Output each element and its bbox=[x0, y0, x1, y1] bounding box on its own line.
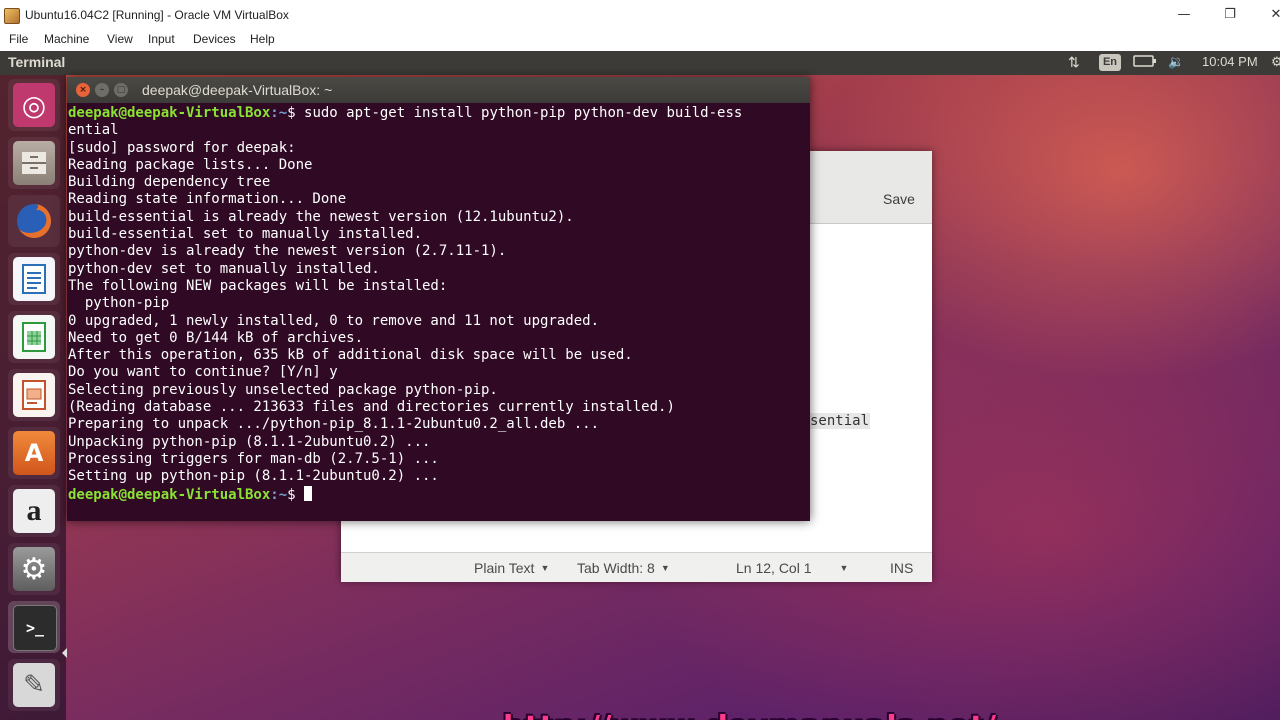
terminal-output-line: Building dependency tree bbox=[68, 174, 271, 191]
launcher-libreoffice-writer[interactable] bbox=[8, 253, 60, 305]
terminal-output-line: python-pip bbox=[68, 295, 170, 312]
terminal-output[interactable]: deepak@deepak-VirtualBox:~$ sudo apt-get… bbox=[68, 105, 808, 519]
volume-icon[interactable]: 🔉 bbox=[1168, 54, 1184, 70]
virtualbox-menubar: File Machine View Input Devices Help bbox=[0, 30, 1280, 51]
launcher-software-center[interactable]: A bbox=[8, 427, 60, 479]
virtualbox-titlebar: Ubuntu16.04C2 [Running] - Oracle VM Virt… bbox=[0, 0, 1280, 30]
menu-view[interactable]: View bbox=[107, 32, 133, 46]
terminal-output-line: (Reading database ... 213633 files and d… bbox=[68, 399, 675, 416]
prompt-user: deepak@deepak-VirtualBox bbox=[68, 486, 271, 503]
terminal-output-line: Processing triggers for man-db (2.7.5-1)… bbox=[68, 450, 439, 467]
terminal-window[interactable]: × – □ deepak@deepak-VirtualBox: ~ deepak… bbox=[67, 77, 810, 521]
terminal-output-line: python-dev set to manually installed. bbox=[68, 260, 380, 277]
menu-devices[interactable]: Devices bbox=[193, 32, 236, 46]
terminal-output-line: build-essential set to manually installe… bbox=[68, 226, 423, 243]
ubuntu-desktop: Terminal ⇅ En 🔉 10:04 PM ⚙ ◎ A a ⚙ >_ ✎ … bbox=[0, 51, 1280, 720]
menu-machine[interactable]: Machine bbox=[44, 32, 89, 46]
prompt-user: deepak@deepak-VirtualBox bbox=[68, 105, 271, 121]
battery-icon[interactable] bbox=[1133, 54, 1157, 71]
file-cabinet-icon bbox=[13, 141, 55, 185]
terminal-output-line: 0 upgraded, 1 newly installed, 0 to remo… bbox=[68, 312, 600, 329]
chevron-down-icon: ▼ bbox=[660, 563, 670, 573]
launcher-terminal[interactable]: >_ bbox=[8, 601, 60, 653]
terminal-icon: >_ bbox=[13, 605, 57, 651]
cursor-position-label: Ln 12, Col 1 bbox=[736, 560, 812, 576]
menu-input[interactable]: Input bbox=[148, 32, 175, 46]
launcher-firefox[interactable] bbox=[8, 195, 60, 247]
gedit-statusbar: Plain Text ▼ Tab Width: 8 ▼ Ln 12, Col 1 ▼ … bbox=[341, 552, 932, 582]
active-app-title: Terminal bbox=[8, 54, 66, 70]
chevron-down-icon: ▼ bbox=[540, 563, 550, 573]
prompt-path: :~ bbox=[270, 105, 288, 121]
language-selector[interactable]: Plain Text ▼ bbox=[474, 560, 549, 576]
text-cursor bbox=[304, 485, 313, 501]
chevron-down-icon: ▼ bbox=[839, 563, 849, 573]
launcher-amazon[interactable]: a bbox=[8, 485, 60, 537]
terminal-output-line: Reading state information... Done bbox=[68, 191, 347, 208]
launcher-libreoffice-calc[interactable] bbox=[8, 311, 60, 363]
terminal-output-line: Need to get 0 B/144 kB of archives. bbox=[68, 329, 364, 346]
maximize-icon[interactable]: □ bbox=[114, 83, 128, 97]
top-panel: Terminal ⇅ En 🔉 10:04 PM ⚙ bbox=[0, 51, 1280, 75]
keyboard-language-indicator[interactable]: En bbox=[1099, 54, 1121, 71]
terminal-output-line: The following NEW packages will be insta… bbox=[68, 277, 448, 294]
terminal-prompt-line: deepak@deepak-VirtualBox:~$ bbox=[68, 485, 808, 503]
tab-width-label: Tab Width: 8 bbox=[577, 560, 655, 576]
terminal-output-line: Reading package lists... Done bbox=[68, 156, 313, 173]
tab-width-selector[interactable]: Tab Width: 8 ▼ bbox=[577, 560, 670, 576]
terminal-output-line: Unpacking python-pip (8.1.1-2ubuntu0.2) … bbox=[68, 433, 431, 450]
active-app-indicator bbox=[62, 648, 67, 658]
writer-icon bbox=[13, 257, 55, 301]
network-arrows-icon[interactable]: ⇅ bbox=[1068, 54, 1080, 71]
terminal-output-line: Preparing to unpack .../python-pip_8.1.1… bbox=[68, 416, 600, 433]
terminal-output-line: Do you want to continue? [Y/n] y bbox=[68, 364, 338, 381]
close-icon[interactable]: × bbox=[76, 83, 90, 97]
terminal-output-line: Selecting previously unselected package … bbox=[68, 381, 498, 398]
language-label: Plain Text bbox=[474, 560, 535, 576]
terminal-output-line: python-dev is already the newest version… bbox=[68, 243, 507, 260]
menu-help[interactable]: Help bbox=[250, 32, 275, 46]
watermark-url: http://www.devmanuals.net/ bbox=[503, 710, 996, 720]
terminal-output-line: Setting up python-pip (8.1.1-2ubuntu0.2)… bbox=[68, 468, 439, 485]
virtualbox-window-title: Ubuntu16.04C2 [Running] - Oracle VM Virt… bbox=[25, 8, 289, 22]
terminal-prompt-line: deepak@deepak-VirtualBox:~$ sudo apt-get… bbox=[68, 105, 808, 122]
virtualbox-app-icon bbox=[4, 8, 20, 24]
terminal-titlebar: × – □ deepak@deepak-VirtualBox: ~ bbox=[67, 77, 810, 103]
maximize-button[interactable]: ❐ bbox=[1218, 5, 1242, 25]
amazon-icon: a bbox=[13, 489, 55, 533]
impress-icon bbox=[13, 373, 55, 417]
prompt-symbol: $ bbox=[287, 105, 305, 121]
launcher-ubuntu-dash[interactable]: ◎ bbox=[8, 79, 60, 131]
ubuntu-logo-icon: ◎ bbox=[13, 83, 55, 127]
launcher-text-editor[interactable]: ✎ bbox=[8, 659, 60, 711]
calc-icon bbox=[13, 315, 55, 359]
launcher-files[interactable] bbox=[8, 137, 60, 189]
shopping-bag-icon: A bbox=[13, 431, 55, 475]
minimize-icon[interactable]: – bbox=[95, 83, 109, 97]
insert-mode[interactable]: INS bbox=[890, 560, 913, 576]
launcher-system-settings[interactable]: ⚙ bbox=[8, 543, 60, 595]
gedit-text-fragment: sential bbox=[809, 413, 871, 429]
terminal-title: deepak@deepak-VirtualBox: ~ bbox=[142, 82, 333, 98]
menu-file[interactable]: File bbox=[9, 32, 28, 46]
minimize-button[interactable]: — bbox=[1172, 5, 1196, 25]
terminal-output-line: build-essential is already the newest ve… bbox=[68, 208, 574, 225]
settings-icon: ⚙ bbox=[13, 547, 55, 591]
close-button[interactable]: ✕ bbox=[1264, 5, 1280, 25]
firefox-icon bbox=[13, 199, 55, 243]
prompt-symbol: $ bbox=[287, 486, 305, 503]
clock[interactable]: 10:04 PM bbox=[1202, 54, 1258, 69]
command-wrap-line: ential bbox=[68, 122, 119, 139]
terminal-output-line: After this operation, 635 kB of addition… bbox=[68, 347, 633, 364]
text-editor-icon: ✎ bbox=[13, 663, 55, 707]
command-text: sudo apt-get install python-pip python-d… bbox=[304, 105, 743, 121]
gedit-save-button[interactable]: Save bbox=[883, 191, 915, 207]
power-icon[interactable]: ⚙ bbox=[1271, 54, 1280, 70]
launcher-libreoffice-impress[interactable] bbox=[8, 369, 60, 421]
launcher: ◎ A a ⚙ >_ ✎ bbox=[0, 75, 67, 720]
prompt-path: :~ bbox=[270, 486, 288, 503]
cursor-position[interactable]: Ln 12, Col 1 ▼ bbox=[736, 560, 848, 576]
terminal-output-line: [sudo] password for deepak: bbox=[68, 139, 296, 156]
